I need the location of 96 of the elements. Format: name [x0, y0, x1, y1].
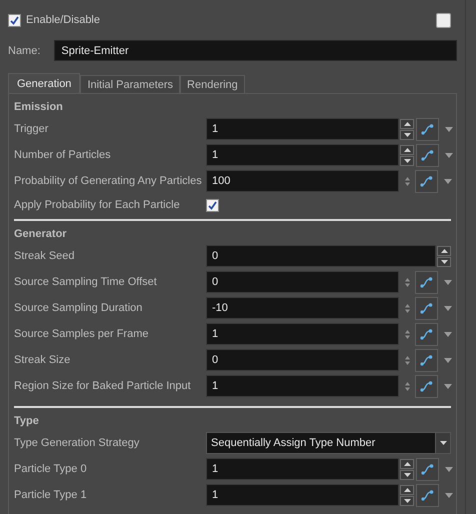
dropdown-arrow-icon[interactable] [444, 358, 452, 362]
dropdown-arrow-icon[interactable] [445, 152, 453, 158]
tab[interactable]: Generation [8, 73, 80, 94]
decrement-button[interactable] [437, 256, 451, 266]
increment-button[interactable] [400, 144, 414, 154]
curve-icon [421, 150, 434, 160]
decrement-button[interactable] [400, 156, 414, 166]
dropdown-arrow-icon[interactable] [444, 306, 452, 310]
field-label: Source Samples per Frame [14, 328, 150, 340]
curve-icon [421, 124, 434, 134]
function-curve-button[interactable] [416, 484, 439, 506]
color-swatch[interactable] [436, 12, 451, 28]
checkmark-icon [208, 200, 217, 210]
dropdown-arrow-icon[interactable] [444, 384, 452, 388]
decrement-button[interactable] [400, 130, 414, 140]
down-arrow-icon [404, 498, 410, 502]
decrement-button[interactable] [400, 496, 414, 506]
number-field[interactable]: 0 [206, 349, 399, 371]
field-label: Source Sampling Duration [14, 302, 144, 314]
number-field[interactable]: 1 [206, 375, 399, 397]
name-label: Name: [8, 44, 40, 56]
number-field[interactable]: 0 [206, 245, 436, 267]
curve-icon [421, 490, 434, 500]
increment-button[interactable] [400, 118, 414, 128]
checkbox[interactable] [8, 14, 21, 26]
dropdown-arrow-icon[interactable] [445, 466, 453, 472]
function-curve-button[interactable] [415, 170, 438, 192]
tab[interactable]: Initial Parameters [80, 75, 180, 94]
curve-icon [420, 354, 433, 366]
spin-arrows-icon[interactable] [405, 304, 410, 312]
up-arrow-icon [404, 122, 410, 126]
dropdown-arrow-icon[interactable] [444, 280, 452, 284]
number-field[interactable]: -10 [206, 297, 399, 319]
function-curve-button[interactable] [415, 348, 438, 372]
field-label: Streak Seed [14, 250, 76, 262]
down-arrow-icon [440, 260, 448, 264]
increment-button[interactable] [437, 246, 451, 256]
curve-icon [420, 176, 433, 186]
dropdown-arrow-icon[interactable] [445, 126, 453, 132]
spin-arrows-icon[interactable] [405, 356, 410, 364]
up-arrow-icon [404, 488, 410, 492]
field-label: Particle Type 0 [14, 463, 88, 475]
tab[interactable]: Rendering [180, 75, 245, 94]
function-curve-button[interactable] [415, 322, 438, 346]
section-title: Generator [14, 227, 68, 242]
curve-icon [420, 380, 433, 392]
dropdown-arrow-icon[interactable] [445, 492, 453, 498]
field-label: Streak Size [14, 354, 72, 366]
field-label: Type Generation Strategy [14, 437, 140, 449]
function-curve-button[interactable] [416, 118, 439, 140]
spin-arrows-icon[interactable] [405, 278, 410, 286]
increment-button[interactable] [400, 484, 414, 494]
curve-icon [421, 464, 434, 474]
up-arrow-icon [404, 148, 410, 152]
function-curve-button[interactable] [415, 270, 438, 294]
field-label: Apply Probability for Each Particle [14, 199, 181, 211]
number-field[interactable]: 1 [206, 458, 399, 480]
spin-arrows-icon[interactable] [405, 176, 410, 186]
number-field[interactable]: 1 [206, 484, 399, 506]
enable-label: Enable/Disable [26, 14, 100, 26]
down-arrow-icon [440, 441, 446, 445]
down-arrow-icon [404, 472, 410, 476]
curve-icon [420, 302, 433, 314]
down-arrow-icon [404, 132, 410, 136]
section-title: Type [14, 414, 40, 429]
spin-arrows-icon[interactable] [405, 330, 410, 338]
field-label: Probability of Generating Any Particles [14, 175, 203, 187]
checkbox[interactable] [206, 198, 219, 212]
function-curve-button[interactable] [415, 296, 438, 320]
field-label: Region Size for Baked Particle Input [14, 380, 192, 392]
field-label: Particle Type 1 [14, 489, 88, 501]
curve-icon [420, 328, 433, 340]
spin-arrows-icon[interactable] [405, 382, 410, 390]
number-field[interactable]: 0 [206, 271, 399, 293]
name-field[interactable]: Sprite-Emitter [54, 40, 457, 61]
section-title: Emission [14, 100, 64, 115]
field-label: Source Sampling Time Offset [14, 276, 158, 288]
function-curve-button[interactable] [416, 458, 439, 480]
checkmark-icon [10, 16, 19, 24]
number-field[interactable]: 100 [206, 170, 399, 192]
number-field[interactable]: 1 [206, 323, 399, 345]
function-curve-button[interactable] [415, 374, 438, 398]
down-arrow-icon [404, 158, 410, 162]
increment-button[interactable] [400, 458, 414, 468]
field-label: Trigger [14, 123, 50, 135]
curve-icon [420, 276, 433, 288]
up-arrow-icon [440, 248, 448, 252]
number-field[interactable]: 1 [206, 118, 399, 140]
dropdown-arrow-icon[interactable] [444, 178, 452, 184]
decrement-button[interactable] [400, 470, 414, 480]
number-field[interactable]: 1 [206, 144, 399, 166]
field-label: Number of Particles [14, 149, 112, 161]
up-arrow-icon [404, 462, 410, 466]
strategy-dropdown[interactable]: Sequentially Assign Type Number [206, 432, 451, 454]
function-curve-button[interactable] [416, 144, 439, 166]
dropdown-arrow-icon[interactable] [444, 332, 452, 336]
